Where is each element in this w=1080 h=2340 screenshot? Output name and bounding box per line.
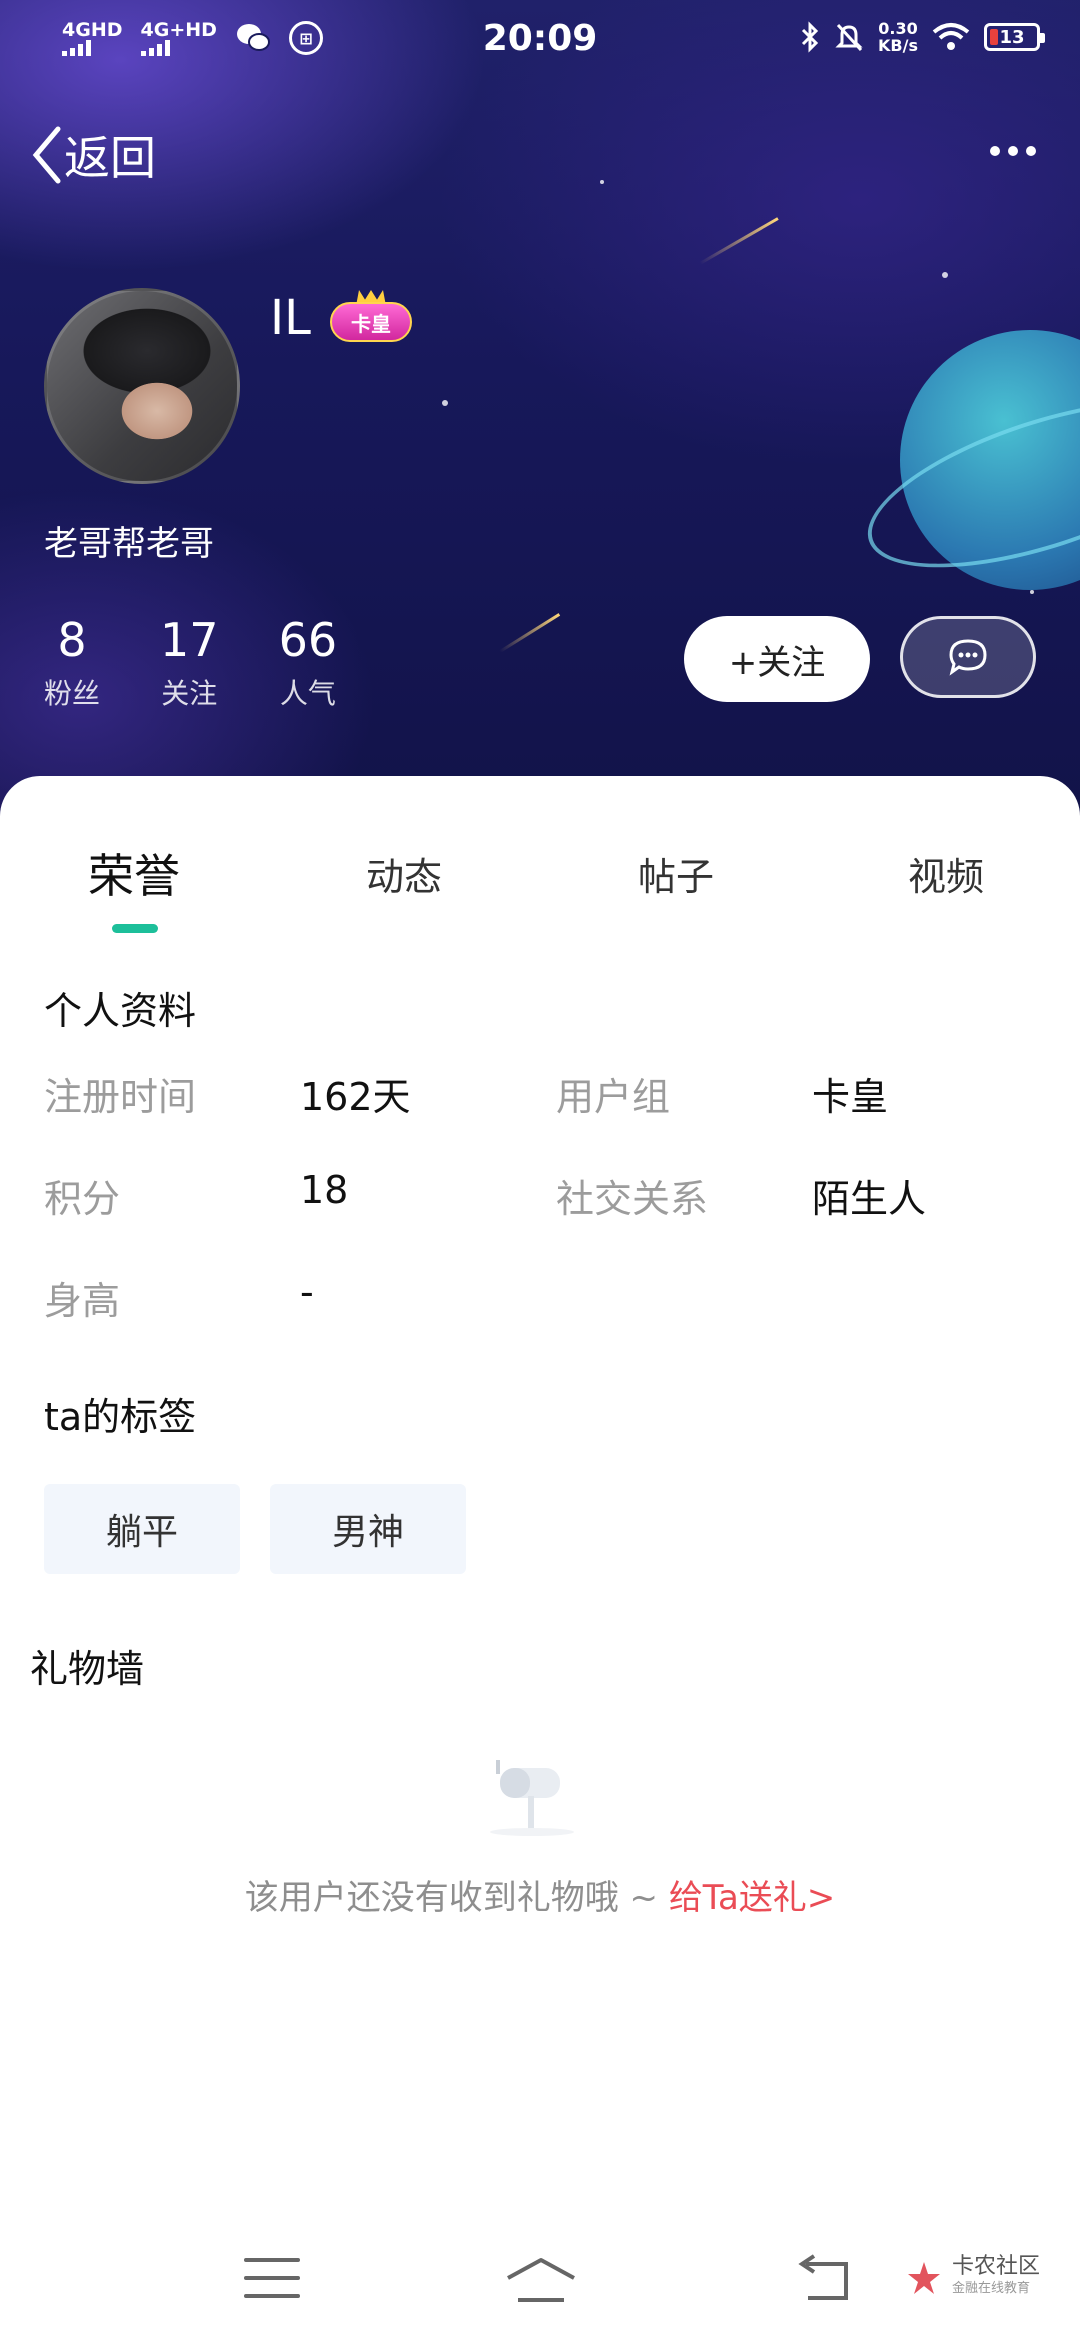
kanong-logo-icon [907,2262,940,2294]
meteor-decoration [499,613,561,653]
wifi-icon [932,23,970,50]
username: IL [270,290,311,346]
mute-icon [835,23,863,52]
gift-empty-text: 该用户还没有收到礼物哦 ~ [244,1878,669,1918]
stat-following[interactable]: 17 关注 [160,612,219,712]
bluetooth-icon [801,21,819,53]
watermark-text: 卡农社区 [951,2254,1040,2279]
system-navigation-bar: 卡农社区 金融在线教育 [0,2230,1080,2340]
tab-posts[interactable]: 帖子 [576,846,776,901]
back-label: 返回 [64,131,156,185]
tab-activity[interactable]: 动态 [304,846,504,901]
stat-value: 66 [278,613,338,667]
star-decoration [942,272,948,278]
more-icon[interactable] [990,146,1036,156]
tags-title: ta的标签 [44,1395,197,1439]
watermark: 卡农社区 金融在线教育 [904,2256,1040,2300]
stat-label: 粉丝 [44,677,101,710]
net-speed: 0.30 KB/s [878,19,918,55]
info-value: 陌生人 [812,1177,927,1221]
level-badge: 卡皇 [330,302,412,342]
chat-bubble-icon [949,639,987,676]
menu-icon[interactable] [244,2258,300,2312]
user-stats: 8 粉丝 17 关注 66 人气 [44,612,337,712]
active-tab-indicator [112,924,158,933]
mailbox-icon [490,1760,574,1836]
tab-honor[interactable]: 荣誉 [34,840,234,906]
meteor-decoration [699,217,779,265]
stat-fans[interactable]: 8 粉丝 [44,612,100,712]
chevron-left-icon [32,126,61,184]
info-value: 卡皇 [812,1075,889,1119]
gift-wall-title: 礼物墙 [30,1647,145,1691]
user-signature: 老哥帮老哥 [44,524,214,564]
personal-info-title: 个人资料 [44,989,197,1033]
user-tag[interactable]: 躺平 [44,1484,240,1574]
message-button[interactable] [900,616,1036,698]
user-tag[interactable]: 男神 [270,1484,466,1574]
avatar[interactable] [44,288,240,484]
tab-bar: 荣誉 动态 帖子 视频 [0,846,1080,946]
info-label: 注册时间 [44,1075,197,1119]
stat-popularity[interactable]: 66 人气 [279,612,338,712]
gift-empty-message: 该用户还没有收到礼物哦 ~ 给Ta送礼> [0,1870,1080,1919]
home-icon[interactable] [504,2256,578,2304]
status-bar: 4GHD 4G+HD ⊞ 20:09 0.30 KB/s 13 [0,0,1080,84]
tab-videos[interactable]: 视频 [846,846,1046,901]
profile-header: 4GHD 4G+HD ⊞ 20:09 0.30 KB/s 13 返回 IL 卡皇… [0,0,1080,820]
info-label: 社交关系 [556,1177,709,1221]
info-label: 身高 [44,1279,121,1323]
follow-button[interactable]: +关注 [684,616,870,702]
profile-content-card: 荣誉 动态 帖子 视频 个人资料 注册时间 162天 用户组 卡皇 积分 18 … [0,776,1080,2340]
stat-label: 关注 [161,677,218,710]
stat-label: 人气 [279,677,336,710]
stat-value: 8 [57,613,87,667]
send-gift-link[interactable]: 给Ta送礼> [669,1878,835,1918]
info-value: - [300,1270,314,1314]
back-button[interactable]: 返回 [30,122,156,188]
info-label: 积分 [44,1177,121,1221]
back-nav-icon[interactable] [796,2254,852,2304]
battery-icon: 13 [984,23,1045,51]
star-decoration [442,400,448,406]
stat-value: 17 [160,613,219,667]
info-value: 18 [300,1168,349,1212]
info-label: 用户组 [556,1075,671,1119]
info-value: 162天 [300,1075,411,1119]
star-decoration [1030,590,1034,594]
watermark-subtext: 金融在线教育 [951,2281,1030,2296]
star-decoration [600,180,604,184]
